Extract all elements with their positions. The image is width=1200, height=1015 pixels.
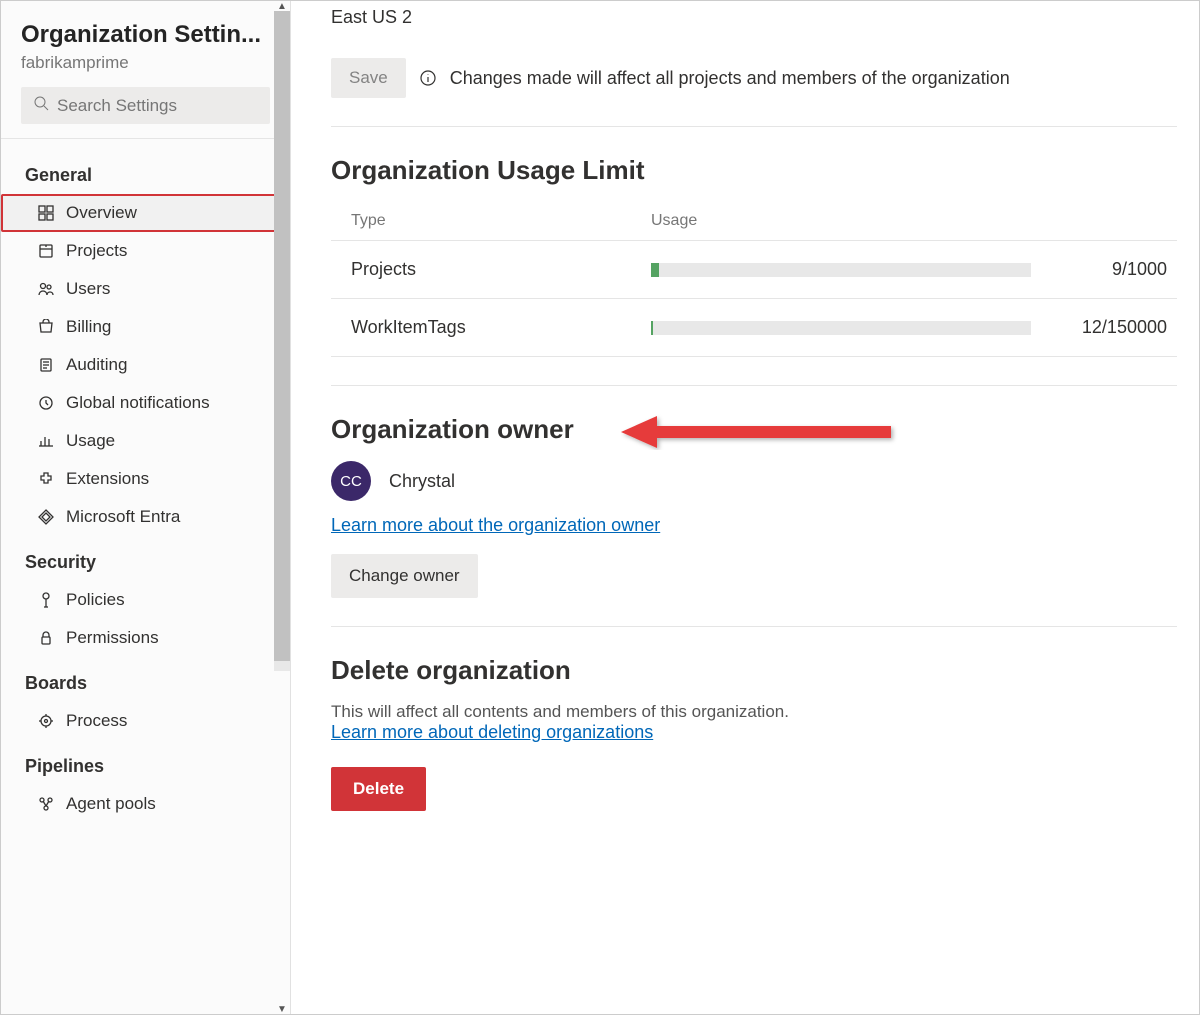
usage-type: Projects [331, 259, 651, 280]
sidebar-subtitle: fabrikamprime [21, 53, 270, 73]
sidebar-item-global-notifications[interactable]: Global notifications [1, 384, 290, 422]
sidebar-item-label: Microsoft Entra [66, 507, 180, 527]
sidebar-item-label: Users [66, 279, 110, 299]
sidebar: Organization Settin... fabrikamprime Sea… [1, 1, 291, 1014]
usage-row-projects: Projects 9/1000 [331, 241, 1177, 299]
app-frame: Organization Settin... fabrikamprime Sea… [0, 0, 1200, 1015]
sidebar-item-process[interactable]: Process [1, 702, 290, 740]
col-header-usage: Usage [651, 212, 697, 230]
learn-more-delete-link[interactable]: Learn more about deleting organizations [331, 722, 653, 742]
sidebar-item-usage[interactable]: Usage [1, 422, 290, 460]
usage-value: 12/150000 [1031, 317, 1177, 338]
users-icon [37, 280, 55, 298]
scroll-up-icon[interactable]: ▲ [274, 1, 290, 11]
usage-icon [37, 432, 55, 450]
sidebar-item-label: Permissions [66, 628, 159, 648]
save-button[interactable]: Save [331, 58, 406, 98]
search-icon [33, 95, 49, 116]
sidebar-item-agent-pools[interactable]: Agent pools [1, 785, 290, 823]
section-pipelines: Pipelines [1, 740, 290, 785]
search-placeholder: Search Settings [57, 96, 177, 116]
sidebar-item-label: Policies [66, 590, 125, 610]
sidebar-title: Organization Settin... [21, 21, 270, 49]
owner-name: Chrystal [389, 471, 455, 492]
projects-icon [37, 242, 55, 260]
info-text: Changes made will affect all projects an… [450, 68, 1010, 89]
sidebar-item-microsoft-entra[interactable]: Microsoft Entra [1, 498, 290, 536]
scroll-down-icon[interactable]: ▼ [274, 1004, 290, 1014]
notification-icon [37, 394, 55, 412]
sidebar-item-users[interactable]: Users [1, 270, 290, 308]
sidebar-item-label: Projects [66, 241, 127, 261]
search-input[interactable]: Search Settings [21, 87, 270, 124]
usage-type: WorkItemTags [331, 317, 651, 338]
divider [331, 626, 1177, 627]
sidebar-item-label: Global notifications [66, 393, 210, 413]
usage-bar [651, 321, 1031, 335]
usage-value: 9/1000 [1031, 259, 1177, 280]
owner-avatar: CC [331, 461, 371, 501]
entra-icon [37, 508, 55, 526]
divider [331, 126, 1177, 127]
main-content: East US 2 Save Changes made will affect … [291, 1, 1199, 1014]
sidebar-item-label: Agent pools [66, 794, 156, 814]
extensions-icon [37, 470, 55, 488]
delete-button[interactable]: Delete [331, 767, 426, 811]
region-value: East US 2 [331, 7, 1177, 28]
sidebar-item-label: Billing [66, 317, 111, 337]
auditing-icon [37, 356, 55, 374]
sidebar-item-billing[interactable]: Billing [1, 308, 290, 346]
usage-bar [651, 263, 1031, 277]
usage-heading: Organization Usage Limit [331, 155, 1177, 186]
sidebar-item-projects[interactable]: Projects [1, 232, 290, 270]
sidebar-item-label: Usage [66, 431, 115, 451]
overview-icon [37, 204, 55, 222]
sidebar-item-label: Overview [66, 203, 137, 223]
sidebar-item-permissions[interactable]: Permissions [1, 619, 290, 657]
policies-icon [37, 591, 55, 609]
section-general: General [1, 149, 290, 194]
divider [1, 138, 290, 139]
sidebar-item-auditing[interactable]: Auditing [1, 346, 290, 384]
sidebar-item-label: Process [66, 711, 127, 731]
sidebar-item-label: Extensions [66, 469, 149, 489]
permissions-icon [37, 629, 55, 647]
scrollbar-thumb[interactable] [274, 11, 290, 661]
process-icon [37, 712, 55, 730]
sidebar-item-overview[interactable]: Overview [1, 194, 290, 232]
delete-description: This will affect all contents and member… [331, 702, 1177, 722]
section-security: Security [1, 536, 290, 581]
learn-more-owner-link[interactable]: Learn more about the organization owner [331, 515, 660, 535]
sidebar-item-policies[interactable]: Policies [1, 581, 290, 619]
sidebar-item-extensions[interactable]: Extensions [1, 460, 290, 498]
usage-row-workitemtags: WorkItemTags 12/150000 [331, 299, 1177, 357]
delete-heading: Delete organization [331, 655, 1177, 686]
divider [331, 385, 1177, 386]
owner-heading: Organization owner [331, 414, 1177, 445]
sidebar-item-label: Auditing [66, 355, 127, 375]
change-owner-button[interactable]: Change owner [331, 554, 478, 598]
col-header-type: Type [331, 212, 651, 230]
usage-table-header: Type Usage [331, 202, 1177, 240]
billing-icon [37, 318, 55, 336]
section-boards: Boards [1, 657, 290, 702]
agent-pools-icon [37, 795, 55, 813]
info-icon [420, 70, 436, 86]
